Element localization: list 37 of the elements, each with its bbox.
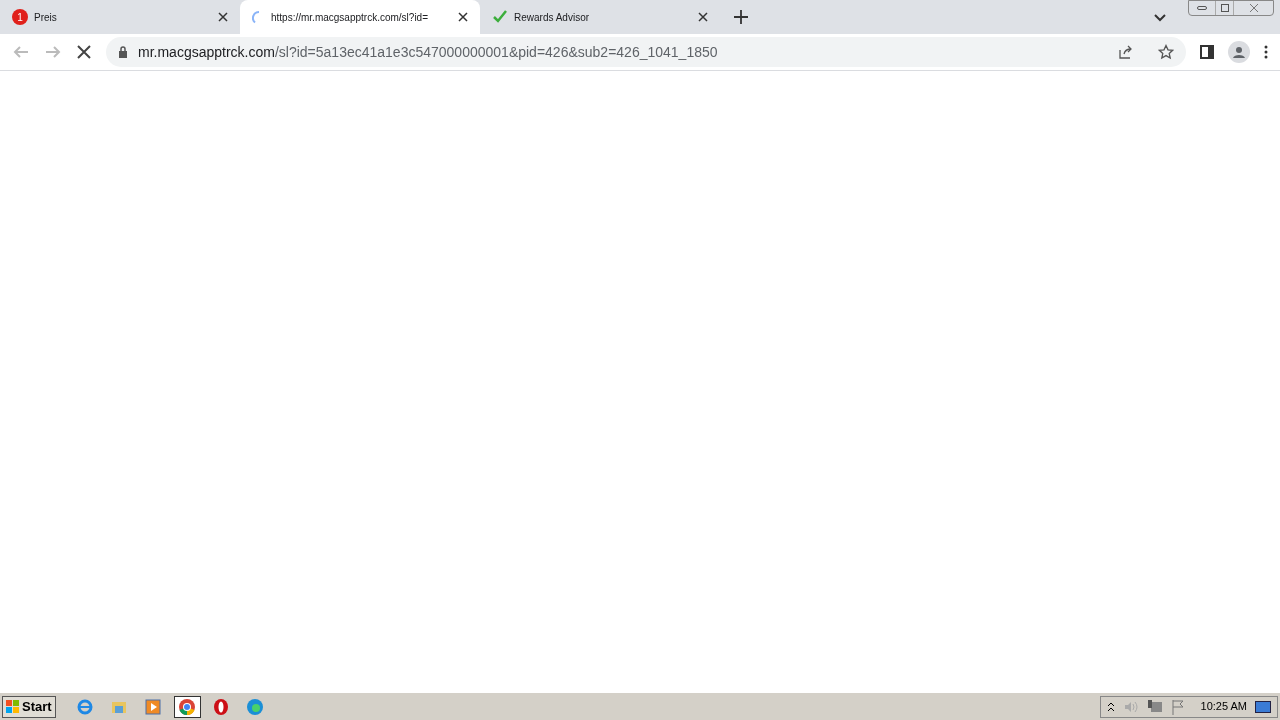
edge-icon (246, 697, 265, 716)
checkmark-icon (492, 9, 508, 25)
windows-logo-icon (6, 699, 20, 714)
ie-icon (76, 697, 95, 716)
loading-spinner-icon (252, 10, 259, 24)
opera-icon (212, 697, 231, 716)
more-menu-icon[interactable] (1264, 45, 1268, 59)
star-icon[interactable] (1158, 44, 1174, 60)
tab-title: Rewards Advisor (514, 10, 591, 25)
url-text: mr.macgsapptrck.com/sl?id=5a13ec41a1e3c547000000001&pid=426&sub2=426_1041_1850 (138, 42, 719, 62)
tab-title: Preis (34, 10, 58, 25)
share-icon[interactable] (1118, 44, 1134, 60)
notification-badge: 1 (12, 9, 28, 25)
profile-avatar-icon[interactable] (1228, 41, 1250, 63)
chrome-icon (178, 697, 197, 716)
network-icon[interactable] (1146, 698, 1163, 715)
close-icon[interactable] (218, 12, 228, 22)
close-icon[interactable] (458, 12, 468, 22)
tab-title: https://mr.macgsapptrck.com/sl?id= (271, 10, 429, 25)
close-icon (1248, 4, 1259, 12)
address-bar[interactable]: mr.macgsapptrck.com/sl?id=5a13ec41a1e3c547000000001&pid=426&sub2=426_1041_1850 (106, 37, 1186, 67)
media-player-icon (144, 697, 163, 716)
flag-icon[interactable] (1170, 698, 1185, 715)
chevron-down-icon[interactable] (1154, 14, 1166, 22)
new-tab-icon[interactable] (734, 10, 748, 24)
start-button[interactable]: Start (2, 695, 56, 718)
browser-tab[interactable]: Rewards Advisor (480, 0, 720, 34)
clock-text: 10:25 AM (1200, 699, 1247, 715)
side-panel-icon[interactable] (1200, 45, 1214, 59)
close-icon[interactable] (698, 12, 708, 22)
stop-icon[interactable] (76, 44, 92, 60)
chevron-up-icon[interactable] (1106, 701, 1115, 712)
taskbar-app-button[interactable] (173, 695, 201, 718)
browser-tab[interactable]: https://mr.macgsapptrck.com/sl?id= (240, 0, 480, 34)
lock-icon (118, 46, 128, 58)
browser-tab[interactable]: 1 Preis (0, 0, 240, 34)
show-desktop-button[interactable] (1255, 700, 1271, 713)
